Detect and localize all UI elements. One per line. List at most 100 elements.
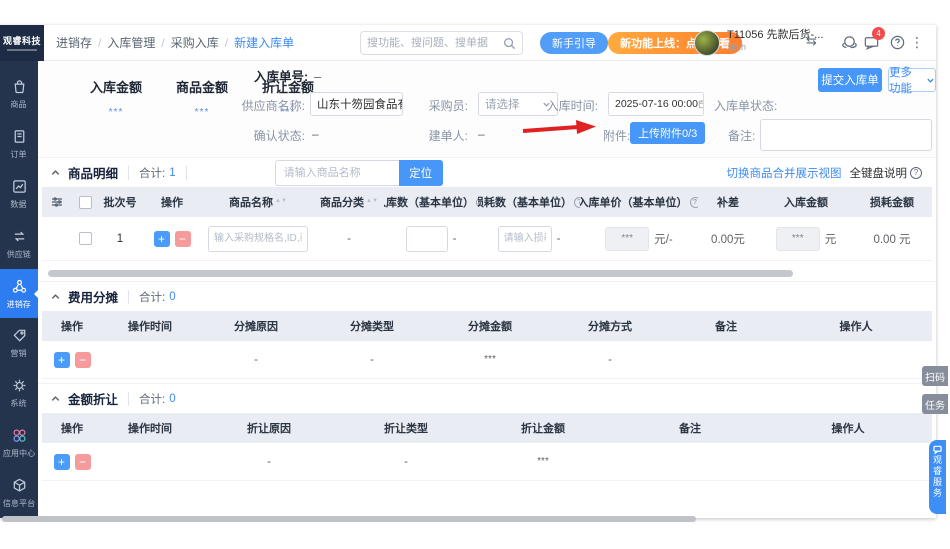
- app-center-icon: [13, 429, 25, 442]
- breadcrumb-current: 新建入库单: [234, 36, 295, 50]
- search-icon[interactable]: [503, 37, 516, 50]
- col-remark: 备注: [715, 321, 737, 333]
- sidebar-item-supply-chain[interactable]: 供应链: [0, 219, 38, 269]
- col-loss-amount: 损耗金额: [870, 197, 914, 209]
- allocation-method-cell: -: [608, 353, 612, 366]
- kebab-menu-icon[interactable]: ⋮: [908, 34, 926, 52]
- col-actions: 操作: [161, 197, 183, 209]
- discount-type-cell: -: [404, 455, 408, 468]
- goods-section-title: 商品明细: [68, 167, 119, 181]
- col-product-name[interactable]: 商品名称 ▲▼: [202, 194, 314, 210]
- goods-table-row: 1 + − - - - *** 元/- 0.00元 *** 元 0.00 元: [42, 217, 932, 261]
- discount-reason-cell: -: [267, 455, 271, 468]
- stat-label: 入库金额: [90, 80, 143, 95]
- help-circle-icon: ?: [910, 166, 922, 179]
- remove-row-button[interactable]: −: [174, 230, 191, 247]
- col-allocation-method: 分摊方式: [588, 321, 632, 333]
- app-window: 观睿科技 进销存 / 入库管理 / 采购入库 / 新建入库单 新手引导 新功能上…: [0, 24, 936, 518]
- sidebar-item-system[interactable]: 系统: [0, 368, 38, 418]
- add-row-button[interactable]: +: [153, 230, 170, 247]
- amount-masked: ***: [775, 226, 820, 251]
- sidebar-item-app-center[interactable]: 应用中心: [0, 418, 38, 468]
- status-label: 入库单状态:: [714, 99, 778, 113]
- collapse-caret-icon[interactable]: [50, 393, 61, 404]
- keyboard-help-link[interactable]: 全键盘说明 ?: [849, 165, 922, 181]
- col-action-time: 操作时间: [128, 321, 172, 333]
- sidebar-item-info-platform[interactable]: 信息平台: [0, 468, 38, 518]
- breadcrumb-item[interactable]: 采购入库: [171, 34, 219, 51]
- column-settings-icon[interactable]: [50, 195, 64, 209]
- newbie-guide-button[interactable]: 新手引导: [540, 32, 608, 54]
- col-action-time: 操作时间: [128, 423, 172, 435]
- chat-icon: [933, 445, 942, 454]
- horizontal-scrollbar[interactable]: [48, 270, 793, 277]
- inbound-form: 入库金额 *** 商品金额 *** 折让金额 *** 入库单号: – 供应商名称: 山东…: [38, 61, 936, 157]
- remove-row-button[interactable]: −: [74, 351, 91, 368]
- sidebar-item-marketing[interactable]: 营销: [0, 318, 38, 368]
- sidebar-item-inventory[interactable]: 进销存: [0, 268, 38, 319]
- price-unit: 元/-: [654, 233, 673, 246]
- calendar-icon[interactable]: [698, 99, 704, 109]
- upload-attachment-button[interactable]: 上传附件0/3: [630, 122, 706, 144]
- sidebar-item-data[interactable]: 数据: [0, 169, 38, 219]
- allocation-amount-masked: ***: [484, 354, 496, 365]
- submit-inbound-button[interactable]: 提交入库单: [818, 68, 882, 92]
- sidebar-item-goods[interactable]: 商品: [0, 69, 38, 119]
- breadcrumb-item[interactable]: 入库管理: [107, 34, 155, 51]
- loss-amount-cell: 0.00 元: [873, 233, 911, 246]
- switch-account-icon[interactable]: ⇆: [806, 33, 817, 49]
- breadcrumb-item[interactable]: 进销存: [56, 34, 92, 51]
- global-search-input[interactable]: [367, 37, 503, 49]
- more-actions-button[interactable]: 更多功能: [888, 67, 936, 95]
- buyer-value: 请选择: [485, 99, 520, 111]
- locate-button[interactable]: 定位: [398, 159, 443, 186]
- order-no: 入库单号: –: [254, 66, 321, 85]
- qty-input[interactable]: [405, 225, 448, 252]
- remark-input[interactable]: [760, 119, 932, 151]
- message-badge: 4: [872, 27, 885, 40]
- loss-qty-input[interactable]: [497, 225, 552, 252]
- stat-label: 商品金额: [176, 80, 229, 95]
- time-field[interactable]: 2025-07-16 00:00: [608, 92, 704, 116]
- window-bottom-scrollbar[interactable]: [2, 516, 696, 522]
- supplier-input[interactable]: 山东十笏园食品有: [310, 92, 403, 116]
- merge-view-link[interactable]: 切换商品合并展示视图: [727, 165, 842, 181]
- sidebar-item-label: 供应链: [6, 248, 32, 259]
- collapse-caret-icon[interactable]: [50, 291, 61, 302]
- col-amount: 入库金额: [784, 197, 828, 209]
- keyboard-help-label: 全键盘说明: [849, 167, 908, 180]
- sidebar-item-label: 信息平台: [2, 498, 36, 508]
- task-tab[interactable]: 任务: [922, 394, 948, 414]
- stat-value-masked: ***: [108, 107, 124, 118]
- add-row-button[interactable]: +: [53, 351, 70, 368]
- sidebar-item-label: 数据: [10, 198, 28, 209]
- scan-code-tab[interactable]: 扫码: [922, 366, 948, 386]
- info-icon[interactable]: ?: [689, 196, 698, 208]
- select-all-checkbox[interactable]: [78, 195, 92, 209]
- col-category[interactable]: 商品分类 ▲▼: [314, 194, 384, 210]
- service-tab[interactable]: 观睿服务: [929, 440, 946, 514]
- brand-logo[interactable]: 观睿科技: [0, 24, 44, 61]
- avatar[interactable]: [694, 30, 720, 56]
- supplier-label: 供应商名称:: [241, 99, 305, 113]
- collapse-caret-icon[interactable]: [50, 167, 61, 178]
- qty-unit-dash: -: [452, 232, 457, 245]
- product-name-input[interactable]: [208, 225, 308, 252]
- support-icon[interactable]: [840, 34, 858, 52]
- sort-icon[interactable]: ▲▼: [275, 198, 287, 204]
- supply-chain-icon: [14, 231, 24, 241]
- row-checkbox[interactable]: [78, 232, 92, 245]
- goods-search-input[interactable]: [274, 159, 399, 186]
- col-operator: 操作人: [839, 321, 873, 333]
- global-search[interactable]: [360, 31, 523, 55]
- new-feature-promo-button[interactable]: 新功能上线：点击查看: [608, 32, 742, 54]
- sort-icon[interactable]: ▲▼: [366, 198, 378, 204]
- col-action: 操作: [61, 423, 83, 435]
- breadcrumb-separator: /: [98, 35, 102, 50]
- remove-row-button[interactable]: −: [74, 453, 91, 470]
- help-icon[interactable]: [888, 34, 906, 52]
- expense-total-value: 0: [169, 290, 176, 303]
- sidebar-item-orders[interactable]: 订单: [0, 119, 38, 169]
- add-row-button[interactable]: +: [53, 453, 70, 470]
- col-loss-qty: 损耗数（基本单位）?: [478, 194, 580, 210]
